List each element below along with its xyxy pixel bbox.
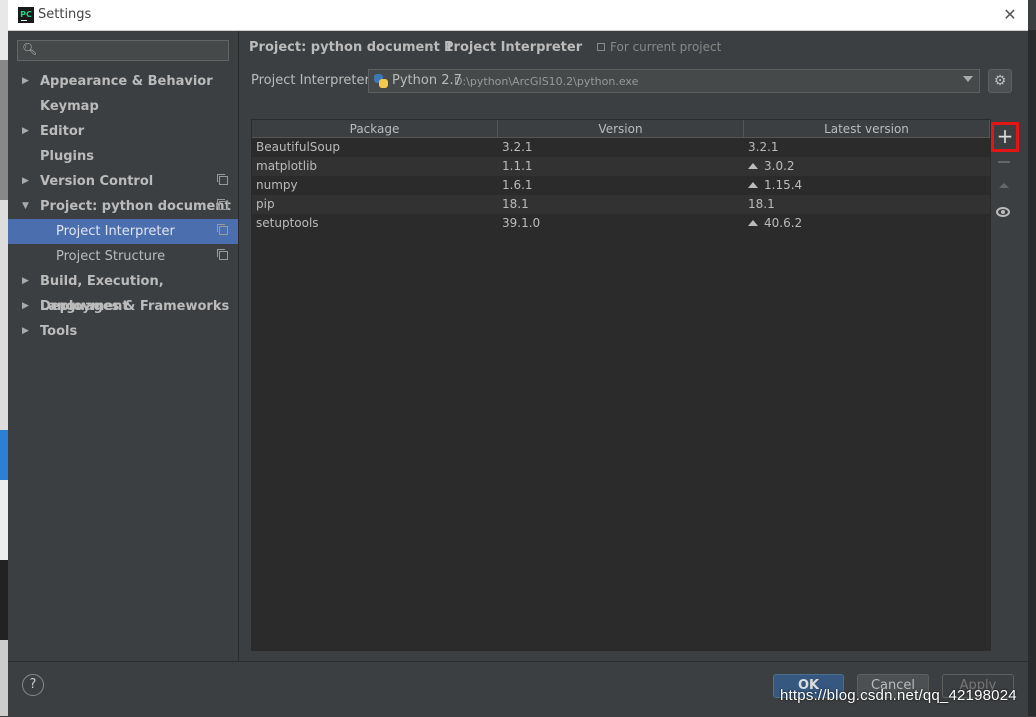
- upgrade-arrow-icon: [748, 220, 758, 226]
- project-scope-icon: [217, 224, 228, 235]
- package-toolbar: +: [990, 119, 1019, 651]
- table-row[interactable]: pip 18.1 18.1: [252, 195, 990, 214]
- sidebar-item-label: Keymap: [40, 99, 99, 114]
- sidebar-item-label: Tools: [40, 324, 78, 339]
- sidebar-item-label: Editor: [40, 124, 85, 139]
- chevron-down-icon: [963, 76, 973, 82]
- sidebar-item-label: Appearance & Behavior: [40, 74, 213, 89]
- package-latest-version: 18.1: [748, 197, 775, 211]
- package-name: pip: [256, 197, 275, 211]
- breadcrumb-page: Project Interpreter: [444, 40, 583, 55]
- collapse-arrow-icon: ▼: [22, 201, 29, 211]
- project-scope-icon: [217, 249, 228, 260]
- breadcrumb-project: Project: python document 1: [249, 40, 454, 55]
- desktop-background-right: [1028, 30, 1036, 716]
- settings-content: Project: python document 1 › Project Int…: [239, 31, 1028, 661]
- expand-arrow-icon: ▶: [22, 176, 29, 186]
- table-header: Package Version Latest version: [252, 120, 990, 138]
- latest-version-value: 3.0.2: [764, 159, 795, 173]
- project-scope-icon: [597, 43, 605, 51]
- package-name: matplotlib: [256, 159, 318, 173]
- window-title: Settings: [38, 7, 92, 22]
- expand-arrow-icon: ▶: [22, 76, 29, 86]
- sidebar-item-plugins[interactable]: Plugins: [8, 144, 238, 169]
- watermark-text: https://blog.csdn.net/qq_42198024: [780, 687, 1017, 704]
- add-package-button[interactable]: +: [991, 122, 1019, 152]
- sidebar-item-project[interactable]: ▼ Project: python document 1: [8, 194, 238, 239]
- table-row[interactable]: setuptools 39.1.0 40.6.2: [252, 214, 990, 233]
- package-name: setuptools: [256, 216, 319, 230]
- search-icon: 🔍︎: [22, 42, 38, 56]
- latest-version-value: 1.15.4: [764, 178, 803, 192]
- scope-label: For current project: [610, 40, 722, 54]
- search-input[interactable]: [40, 42, 224, 60]
- package-version: 39.1.0: [502, 216, 541, 230]
- package-version: 1.6.1: [502, 178, 533, 192]
- table-row[interactable]: matplotlib 1.1.1 3.0.2: [252, 157, 990, 176]
- breadcrumb-separator: ›: [429, 40, 435, 55]
- upgrade-arrow-icon: [748, 163, 758, 169]
- sidebar-item-project-interpreter[interactable]: Project Interpreter: [8, 219, 238, 244]
- sidebar-item-project-structure[interactable]: Project Structure: [8, 244, 238, 269]
- sidebar-item-label: Project Structure: [56, 249, 166, 264]
- sidebar-item-version-control[interactable]: ▶ Version Control: [8, 169, 238, 194]
- expand-arrow-icon: ▶: [22, 301, 29, 311]
- sidebar-item-build[interactable]: ▶ Build, Execution, Deployment: [8, 269, 238, 314]
- package-name: BeautifulSoup: [256, 140, 340, 154]
- gear-icon[interactable]: ⚙: [988, 69, 1012, 93]
- interpreter-name: Python 2.7: [392, 73, 462, 88]
- package-name: numpy: [256, 178, 298, 192]
- interpreter-label: Project Interpreter:: [251, 73, 375, 88]
- sidebar-item-label: Languages & Frameworks: [40, 299, 230, 314]
- sidebar-item-label: Plugins: [40, 149, 94, 164]
- sidebar-item-appearance[interactable]: ▶ Appearance & Behavior: [8, 69, 238, 94]
- sidebar-item-label: Version Control: [40, 174, 154, 189]
- settings-sidebar: 🔍︎ ▶ Appearance & Behavior Keymap ▶ Edit…: [8, 31, 239, 661]
- package-latest-version: 40.6.2: [748, 214, 802, 233]
- expand-arrow-icon: ▶: [22, 126, 29, 136]
- desktop-background-left: [0, 0, 8, 716]
- packages-table: Package Version Latest version Beautiful…: [251, 119, 991, 651]
- sidebar-item-languages[interactable]: ▶ Languages & Frameworks: [8, 294, 238, 319]
- sidebar-item-keymap[interactable]: Keymap: [8, 94, 238, 119]
- table-row[interactable]: numpy 1.6.1 1.15.4: [252, 176, 990, 195]
- package-latest-version: 1.15.4: [748, 176, 802, 195]
- package-version: 3.2.1: [502, 140, 533, 154]
- python-icon: [374, 74, 388, 88]
- search-box[interactable]: 🔍︎: [17, 40, 229, 61]
- table-row[interactable]: BeautifulSoup 3.2.1 3.2.1: [252, 138, 990, 157]
- latest-version-value: 40.6.2: [764, 216, 803, 230]
- project-scope-icon: [217, 199, 228, 210]
- title-bar: PC Settings ✕: [8, 0, 1028, 31]
- close-icon[interactable]: ✕: [1000, 5, 1020, 25]
- column-header-latest[interactable]: Latest version: [744, 120, 990, 138]
- expand-arrow-icon: ▶: [22, 326, 29, 336]
- sidebar-item-editor[interactable]: ▶ Editor: [8, 119, 238, 144]
- column-header-version[interactable]: Version: [498, 120, 744, 138]
- package-version: 18.1: [502, 197, 529, 211]
- package-version: 1.1.1: [502, 159, 533, 173]
- upgrade-package-icon[interactable]: [999, 183, 1009, 188]
- column-header-package[interactable]: Package: [252, 120, 498, 138]
- project-scope-icon: [217, 174, 228, 185]
- remove-package-icon[interactable]: [998, 161, 1010, 163]
- interpreter-dropdown[interactable]: Python 2.7 D:\python\ArcGIS10.2\python.e…: [368, 69, 980, 93]
- sidebar-item-label: Project Interpreter: [56, 224, 175, 239]
- upgrade-arrow-icon: [748, 182, 758, 188]
- sidebar-item-tools[interactable]: ▶ Tools: [8, 319, 238, 344]
- eye-icon[interactable]: [996, 207, 1010, 217]
- help-button[interactable]: ?: [22, 674, 44, 696]
- pycharm-app-icon: PC: [18, 7, 34, 23]
- package-latest-version: 3.2.1: [748, 140, 779, 154]
- package-latest-version: 3.0.2: [748, 157, 795, 176]
- expand-arrow-icon: ▶: [22, 276, 29, 286]
- interpreter-path: D:\python\ArcGIS10.2\python.exe: [454, 75, 639, 88]
